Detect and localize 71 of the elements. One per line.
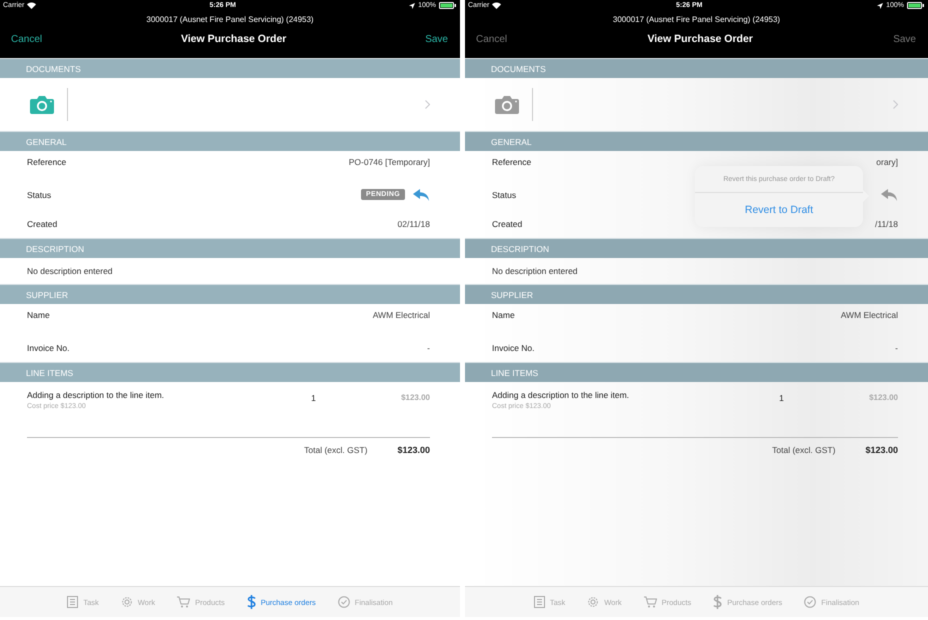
field-label: Name: [27, 310, 50, 320]
section-header: DOCUMENTS: [491, 64, 546, 74]
undo-arrow-icon[interactable]: [881, 188, 898, 200]
line-item-description: Adding a description to the line item.: [27, 390, 166, 400]
section-header: DESCRIPTION: [491, 244, 550, 254]
wifi-icon: [492, 2, 502, 9]
cancel-button[interactable]: Cancel: [11, 34, 42, 44]
field-label: Status: [492, 190, 516, 200]
gear-icon: [587, 596, 600, 608]
dollar-icon: [713, 595, 722, 609]
gear-icon: [120, 596, 133, 608]
section-header: GENERAL: [491, 136, 532, 146]
section-header: SUPPLIER: [491, 290, 534, 300]
total-amount: $123.00: [865, 445, 898, 455]
field-label: Status: [27, 190, 52, 200]
chevron-right-icon[interactable]: [425, 100, 430, 109]
chevron-right-icon[interactable]: [893, 100, 898, 109]
cart-icon: [644, 596, 657, 608]
camera-icon[interactable]: [495, 96, 519, 114]
section-header: LINE ITEMS: [491, 368, 538, 378]
job-title: 3000017 (Ausnet Fire Panel Servicing) (24953): [145, 15, 315, 24]
wifi-icon: [27, 2, 36, 9]
total-label: Total (excl. GST): [772, 445, 836, 455]
item-amount: $123.00: [869, 393, 898, 402]
page-title: View Purchase Order: [180, 33, 286, 45]
field-value: orary]: [876, 157, 898, 167]
field-label: Reference: [27, 157, 66, 167]
field-label: Reference: [492, 157, 532, 167]
total-label: Total (excl. GST): [304, 445, 368, 455]
field-label: Name: [492, 310, 515, 320]
field-value: AWM Electrical: [372, 310, 430, 320]
field-label: Invoice No.: [27, 342, 70, 352]
field-value: AWM Electrical: [840, 310, 898, 320]
check-circle-icon: [338, 596, 350, 608]
field-value: PO-0746 [Temporary]: [348, 157, 430, 167]
field-value: 02/11/18: [398, 218, 430, 228]
cart-icon: [177, 596, 190, 608]
dollar-icon: [246, 595, 256, 609]
total-amount: $123.00: [397, 445, 430, 455]
page-title: View Purchase Order: [647, 33, 753, 45]
field-label: Invoice No.: [492, 342, 535, 352]
save-button[interactable]: Save: [893, 34, 916, 44]
section-header: GENERAL: [26, 136, 67, 146]
cancel-button[interactable]: Cancel: [476, 34, 508, 44]
location-icon: [409, 2, 416, 8]
field-value: -: [427, 342, 430, 352]
battery-icon: [907, 2, 925, 9]
item-amount: $123.00: [401, 393, 430, 402]
camera-icon[interactable]: [30, 96, 54, 114]
section-header: DOCUMENTS: [26, 64, 81, 74]
location-icon: [877, 2, 884, 8]
item-quantity: 1: [311, 393, 317, 403]
check-circle-icon: [804, 596, 816, 608]
section-header: SUPPLIER: [26, 290, 68, 300]
field-label: Created: [27, 218, 58, 228]
description-text: No description entered: [492, 266, 578, 276]
field-label: Created: [492, 218, 522, 228]
save-button[interactable]: Save: [425, 34, 448, 44]
document-icon: [534, 596, 545, 608]
item-quantity: 1: [779, 393, 785, 403]
field-value: -: [895, 342, 898, 352]
section-header: DESCRIPTION: [26, 244, 84, 254]
field-value: /11/18: [874, 218, 898, 228]
job-title: 3000017 (Ausnet Fire Panel Servicing) (24953): [612, 15, 782, 24]
battery-icon: [439, 2, 457, 9]
section-header: LINE ITEMS: [26, 368, 74, 378]
line-item-description: Adding a description to the line item.: [492, 390, 630, 400]
revert-button[interactable]: Revert to Draft: [695, 193, 863, 227]
description-text: No description entered: [27, 266, 113, 276]
document-icon: [67, 596, 78, 608]
undo-arrow-icon[interactable]: [413, 188, 430, 200]
